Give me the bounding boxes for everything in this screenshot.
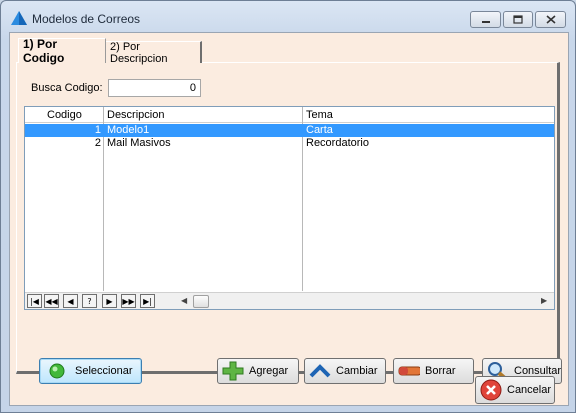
title-bar[interactable]: Modelos de Correos xyxy=(1,1,575,31)
close-icon xyxy=(545,15,556,24)
cell-codigo: 1 xyxy=(94,124,101,136)
cell-codigo: 2 xyxy=(94,137,101,149)
cell-descripcion: Mail Masivos xyxy=(107,137,171,149)
scroll-right-arrow-icon[interactable]: ▶ xyxy=(541,296,547,305)
edit-button[interactable]: Cambiar xyxy=(304,358,386,384)
chevron-up-icon xyxy=(309,361,331,381)
table-row[interactable]: 2 Mail Masivos Recordatorio xyxy=(25,137,554,150)
cancel-circle-icon xyxy=(480,379,502,401)
minimize-icon xyxy=(481,20,490,23)
app-window: Modelos de Correos 1) Por Codigo 2) Por … xyxy=(0,0,576,413)
cell-descripcion: Modelo1 xyxy=(107,124,150,136)
select-button-label: Seleccionar xyxy=(75,365,133,377)
cell-tema: Carta xyxy=(306,124,333,136)
tab-por-descripcion[interactable]: 2) Por Descripcion xyxy=(106,41,202,65)
grid-navigator: |◀ ◀◀ ◀ ? ▶ ▶▶ ▶| ◀ ▶ xyxy=(25,292,554,309)
nav-prior-button[interactable]: ◀ xyxy=(63,294,78,308)
cancel-button[interactable]: Cancelar xyxy=(475,376,555,404)
data-grid[interactable]: Codigo Descripcion Tema 1 Modelo1 Carta … xyxy=(24,106,555,310)
maximize-icon xyxy=(513,15,523,24)
nav-first-button[interactable]: |◀ xyxy=(27,294,42,308)
minimize-button[interactable] xyxy=(470,11,501,28)
column-header-tema[interactable]: Tema xyxy=(306,109,333,121)
client-area: 1) Por Codigo 2) Por Descripcion Busca C… xyxy=(9,32,569,406)
nav-next-button[interactable]: ▶ xyxy=(102,294,117,308)
column-header-descripcion[interactable]: Descripcion xyxy=(107,109,164,121)
nav-next-page-button[interactable]: ▶▶ xyxy=(121,294,136,308)
nav-help-button[interactable]: ? xyxy=(82,294,97,308)
add-button-label: Agregar xyxy=(249,365,289,377)
window-title: Modelos de Correos xyxy=(32,12,141,26)
search-label: Busca Codigo: xyxy=(31,82,103,94)
select-button[interactable]: Seleccionar xyxy=(39,358,142,384)
grid-header: Codigo Descripcion Tema xyxy=(25,107,554,123)
add-button[interactable]: Agregar xyxy=(217,358,299,384)
cell-tema: Recordatorio xyxy=(306,137,369,149)
delete-button-label: Borrar xyxy=(425,365,456,377)
delete-button[interactable]: Borrar xyxy=(393,358,474,384)
close-button[interactable] xyxy=(535,11,566,28)
edit-button-label: Cambiar xyxy=(336,365,378,377)
cancel-button-label: Cancelar xyxy=(507,384,552,396)
green-dot-icon xyxy=(46,361,68,381)
table-row[interactable]: 1 Modelo1 Carta xyxy=(25,124,554,137)
search-codigo-input[interactable] xyxy=(108,79,201,97)
maximize-button[interactable] xyxy=(503,11,533,28)
nav-prior-page-button[interactable]: ◀◀ xyxy=(44,294,59,308)
tab-panel: Busca Codigo: Codigo Descripcion Tema 1 … xyxy=(16,62,562,384)
nav-last-button[interactable]: ▶| xyxy=(140,294,155,308)
pyramid-icon xyxy=(11,11,27,25)
eraser-icon xyxy=(398,361,420,381)
column-header-codigo[interactable]: Codigo xyxy=(47,109,82,121)
horizontal-scroll-thumb[interactable] xyxy=(193,295,209,308)
tab-por-codigo[interactable]: 1) Por Codigo xyxy=(18,37,106,65)
scroll-left-arrow-icon[interactable]: ◀ xyxy=(181,296,187,305)
plus-icon xyxy=(222,361,244,381)
